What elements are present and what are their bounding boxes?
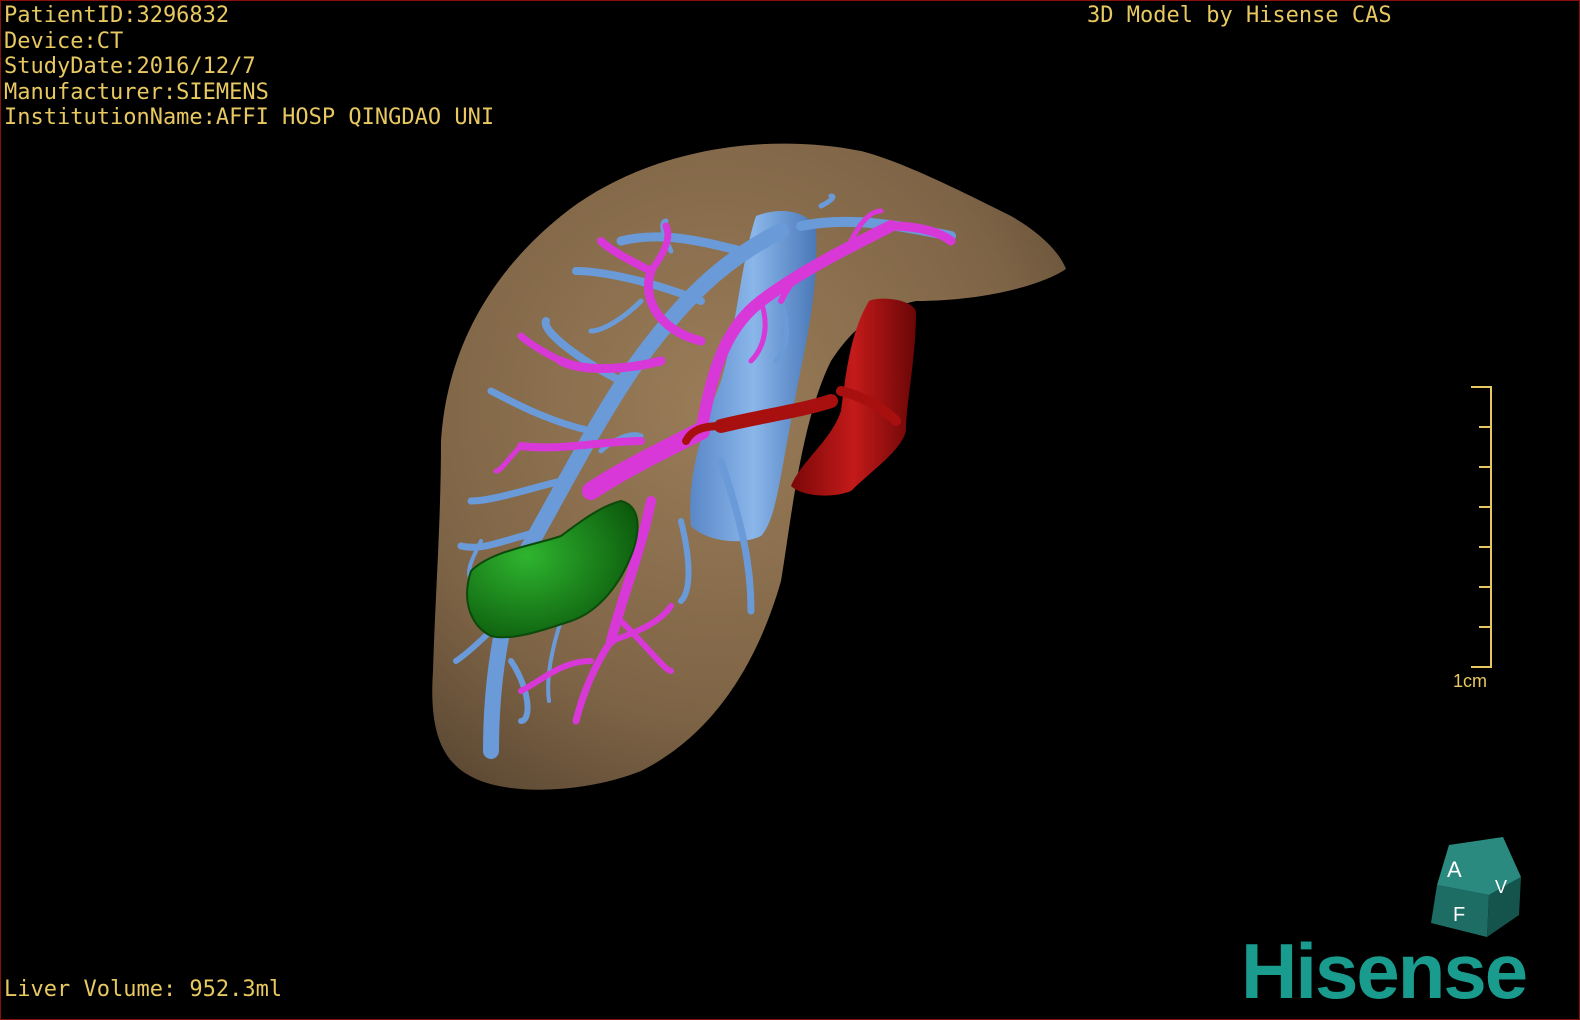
manufacturer: Manufacturer:SIEMENS bbox=[4, 79, 269, 105]
liver-volume: Liver Volume: 952.3ml bbox=[4, 977, 283, 1002]
cube-label-a: A bbox=[1447, 857, 1462, 882]
scale-bar-label: 1cm bbox=[1453, 671, 1488, 691]
model-caption: 3D Model by Hisense CAS bbox=[1087, 3, 1392, 28]
scale-bar bbox=[1471, 386, 1492, 668]
patient-info-overlay: PatientID:3296832 Device:CT StudyDate:20… bbox=[4, 3, 494, 131]
orientation-cube[interactable]: A F V bbox=[1419, 837, 1525, 939]
institution-name: InstitutionName:AFFI HOSP QINGDAO UNI bbox=[4, 105, 495, 130]
cube-label-f: F bbox=[1453, 904, 1465, 926]
cube-label-v: V bbox=[1495, 877, 1507, 897]
liver-3d-model[interactable] bbox=[1, 1, 1579, 1019]
patient-id: PatientID:3296832 bbox=[4, 3, 230, 28]
3d-viewport[interactable]: PatientID:3296832 Device:CT StudyDate:20… bbox=[0, 0, 1580, 1020]
device-type: Device:CT bbox=[4, 28, 124, 54]
study-date: StudyDate:2016/12/7 bbox=[4, 54, 256, 79]
hisense-logo: Hisense bbox=[1241, 927, 1528, 1015]
